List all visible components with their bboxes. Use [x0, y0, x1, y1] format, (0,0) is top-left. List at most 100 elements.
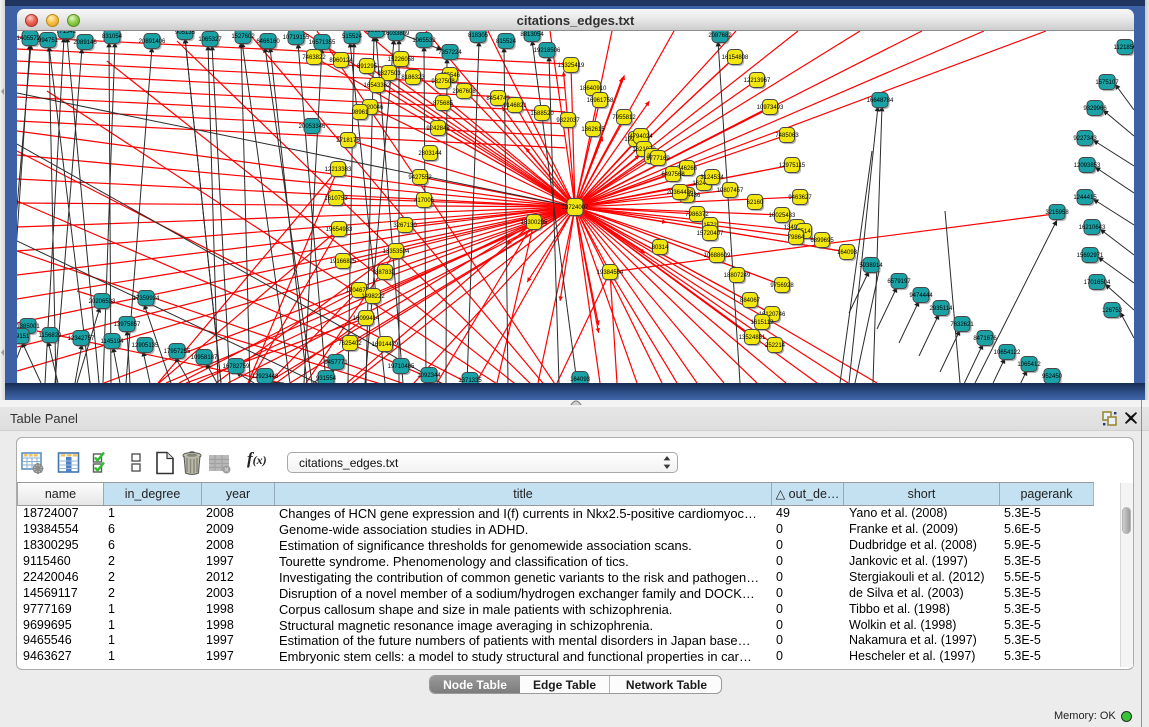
svg-text:8454749: 8454749: [486, 96, 510, 102]
svg-text:18640910: 18640910: [580, 86, 607, 92]
svg-text:771542: 771542: [56, 31, 77, 35]
svg-text:7357224: 7357224: [438, 50, 462, 56]
svg-text:19384554: 19384554: [597, 270, 624, 276]
svg-text:10807457: 10807457: [717, 188, 744, 194]
svg-text:13975857: 13975857: [114, 322, 141, 328]
svg-text:3124534: 3124534: [700, 175, 724, 181]
svg-text:8813054: 8813054: [520, 32, 544, 38]
svg-text:1092344: 1092344: [417, 373, 441, 379]
svg-text:994751: 994751: [38, 38, 59, 44]
svg-text:12923448: 12923448: [252, 374, 279, 380]
svg-text:952450: 952450: [1042, 374, 1063, 380]
svg-text:16154808: 16154808: [722, 55, 749, 61]
svg-text:5938914: 5938914: [859, 263, 883, 269]
svg-text:15720407: 15720407: [697, 231, 724, 237]
svg-text:887832: 887832: [375, 270, 396, 276]
svg-text:19654933: 19654933: [326, 227, 353, 233]
svg-text:19710485: 19710485: [388, 364, 415, 370]
svg-text:1610753: 1610753: [324, 196, 348, 202]
svg-text:17359924: 17359924: [133, 296, 160, 302]
svg-text:16648784: 16648784: [867, 98, 894, 104]
svg-text:9463627: 9463627: [788, 195, 812, 201]
svg-text:19166825: 19166825: [330, 259, 357, 265]
svg-text:1065532: 1065532: [412, 38, 436, 44]
svg-text:1151313: 1151313: [365, 31, 389, 34]
svg-text:9457771: 9457771: [324, 360, 348, 366]
svg-text:1065327: 1065327: [198, 37, 222, 43]
svg-text:9146821: 9146821: [503, 103, 527, 109]
svg-text:12905135: 12905135: [132, 343, 159, 349]
svg-text:2803144: 2803144: [418, 151, 442, 157]
svg-text:10973493: 10973493: [757, 105, 784, 111]
svg-text:19218506: 19218506: [534, 48, 561, 54]
svg-text:1498222: 1498222: [361, 294, 385, 300]
svg-text:13325419: 13325419: [558, 63, 585, 69]
svg-text:9327503: 9327503: [377, 71, 401, 77]
svg-text:20206533: 20206533: [89, 299, 116, 305]
svg-text:20891406: 20891406: [139, 39, 166, 45]
svg-text:18300295: 18300295: [521, 220, 548, 226]
svg-text:8471676: 8471676: [973, 336, 997, 342]
svg-text:2718176: 2718176: [336, 138, 360, 144]
svg-text:18724007: 18724007: [562, 205, 589, 211]
svg-text:126753: 126753: [1102, 308, 1123, 314]
svg-text:2935114: 2935114: [930, 306, 954, 312]
svg-text:2967608: 2967608: [452, 89, 476, 95]
svg-text:9322037: 9322037: [556, 118, 580, 124]
svg-text:10688609: 10688609: [704, 253, 731, 259]
svg-text:1145194: 1145194: [101, 339, 125, 345]
svg-text:3215958: 3215958: [1045, 210, 1069, 216]
svg-text:1575107: 1575107: [1095, 80, 1119, 86]
svg-text:17016504: 17016504: [1084, 280, 1111, 286]
svg-text:3267130: 3267130: [393, 223, 417, 229]
svg-text:9242848: 9242848: [426, 126, 450, 132]
svg-text:16210643: 16210643: [1079, 225, 1106, 231]
svg-text:39151: 39151: [17, 334, 30, 340]
svg-text:1121850: 1121850: [1114, 45, 1134, 51]
svg-text:2087682: 2087682: [708, 33, 732, 39]
svg-text:2089146: 2089146: [73, 40, 97, 46]
svg-text:515524: 515524: [342, 34, 363, 40]
svg-text:7625402: 7625402: [338, 341, 362, 347]
svg-text:7485063: 7485063: [775, 133, 799, 139]
svg-text:13353594: 13353594: [383, 249, 410, 255]
svg-text:252214: 252214: [765, 343, 786, 349]
svg-text:6497568: 6497568: [661, 172, 685, 178]
svg-text:891295: 891295: [357, 64, 378, 70]
svg-text:818305: 818305: [468, 33, 489, 39]
svg-text:905135: 905135: [175, 31, 196, 36]
svg-text:1244415: 1244415: [1073, 195, 1097, 201]
svg-text:815524: 815524: [496, 39, 517, 45]
svg-text:1615112: 1615112: [751, 320, 775, 326]
svg-text:9756928: 9756928: [770, 283, 794, 289]
svg-text:12213967: 12213967: [744, 78, 771, 84]
svg-text:10025433: 10025433: [769, 213, 796, 219]
svg-text:12213383: 12213383: [325, 167, 352, 173]
svg-text:884067: 884067: [740, 298, 761, 304]
svg-text:12975115: 12975115: [779, 163, 806, 169]
svg-text:17957255: 17957255: [164, 349, 191, 355]
svg-text:164093: 164093: [837, 250, 858, 256]
svg-text:10958187: 10958187: [191, 355, 218, 361]
svg-text:20364436: 20364436: [667, 190, 694, 196]
svg-text:9427552: 9427552: [408, 175, 432, 181]
svg-text:9227343: 9227343: [1073, 136, 1097, 142]
svg-text:1527602: 1527602: [231, 34, 255, 40]
svg-text:15226058: 15226058: [388, 57, 415, 63]
svg-text:931554: 931554: [316, 376, 337, 382]
svg-text:20053346: 20053346: [299, 124, 326, 130]
svg-text:831054: 831054: [102, 34, 123, 40]
svg-text:7463822: 7463822: [302, 55, 326, 61]
svg-text:98961: 98961: [352, 110, 369, 116]
svg-text:9474444: 9474444: [909, 293, 933, 299]
svg-text:875685: 875685: [433, 101, 454, 107]
svg-text:62160: 62160: [747, 200, 764, 206]
svg-text:12093853: 12093853: [1074, 163, 1101, 169]
svg-text:8960124: 8960124: [329, 58, 353, 64]
svg-text:80314: 80314: [652, 245, 669, 251]
svg-text:1065412: 1065412: [1017, 362, 1041, 368]
svg-text:8186323: 8186323: [401, 75, 425, 81]
svg-text:9327508: 9327508: [431, 79, 455, 85]
svg-text:417006: 417006: [414, 198, 435, 204]
svg-text:9329966: 9329966: [1083, 106, 1107, 112]
